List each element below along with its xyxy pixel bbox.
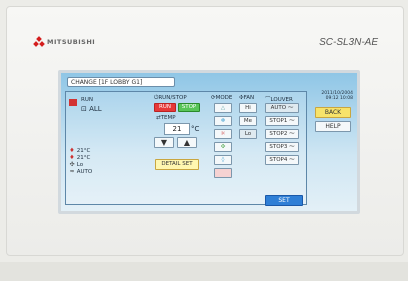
- group-run-label: RUN: [81, 97, 93, 103]
- snowflake-icon: ❄: [220, 118, 226, 124]
- triangle-up-icon: ▲: [183, 138, 191, 147]
- time-text: 09:12 10:08: [325, 96, 353, 101]
- status-list: ♦ 21°C ♦ 21°C ✣ Lo ≈ AUTO: [69, 147, 92, 175]
- detail-set-button[interactable]: DETAIL SET: [155, 159, 199, 170]
- group-all-text: ALL: [89, 105, 102, 113]
- room-temp-icon: ♦: [69, 154, 75, 161]
- fan-header: ✣FAN: [239, 95, 255, 101]
- brand-logo: MITSUBISHI: [33, 36, 96, 47]
- temp-up-button[interactable]: ▲: [177, 137, 197, 148]
- louver-stop3-button[interactable]: STOP3 ⁓: [265, 142, 299, 152]
- louver-stop1-button[interactable]: STOP1 ⁓: [265, 116, 299, 126]
- group-all-label: ⊡ ALL: [81, 105, 102, 113]
- mode-auto-button[interactable]: △: [214, 103, 232, 113]
- temp-down-button[interactable]: ▼: [154, 137, 174, 148]
- help-button[interactable]: HELP: [315, 121, 351, 132]
- model-label: SC-SL3N-AE: [319, 37, 378, 48]
- diamond-logo-icon: [33, 36, 45, 47]
- run-indicator: [69, 99, 77, 106]
- status-setpoint: ♦ 21°C: [69, 147, 91, 154]
- thermometer-icon: ♦: [69, 147, 75, 154]
- triangle-down-icon: ▼: [160, 138, 168, 147]
- sun-icon: ☼: [220, 131, 226, 137]
- date-time: 2011/10/2004 09:12 10:08: [313, 91, 353, 101]
- temp-value: 21: [164, 123, 190, 135]
- group-prefix: ⊡: [81, 105, 90, 113]
- status-fan: ✣ Lo: [69, 161, 84, 168]
- temp-header: ⇄TEMP: [156, 115, 176, 121]
- brand-name: MITSUBISHI: [47, 37, 96, 46]
- background-strip: [0, 262, 408, 281]
- droplet-icon: ◊: [221, 157, 225, 163]
- louver-stop2-button[interactable]: STOP2 ⁓: [265, 129, 299, 139]
- louver-auto-button[interactable]: AUTO ⁓: [265, 103, 299, 113]
- mode-cool-button[interactable]: ❄: [214, 116, 232, 126]
- back-button[interactable]: BACK: [315, 107, 351, 118]
- mode-heat-button[interactable]: ☼: [214, 129, 232, 139]
- auto-mode-icon: △: [220, 105, 226, 111]
- status-room: ♦ 21°C: [69, 154, 91, 161]
- run-button[interactable]: RUN: [154, 103, 176, 112]
- louver-header: ⌒LOUVER: [265, 97, 293, 103]
- status-louver: ≈ AUTO: [69, 168, 93, 175]
- fan-me-button[interactable]: Me: [239, 116, 257, 126]
- stop-button[interactable]: STOP: [178, 103, 200, 112]
- mode-dry-button[interactable]: ◊: [214, 155, 232, 165]
- fan-mode-icon: ✣: [220, 144, 226, 150]
- mode-fan-button[interactable]: ✣: [214, 142, 232, 152]
- temp-unit: °C: [191, 125, 200, 133]
- fan-hi-button[interactable]: Hi: [239, 103, 257, 113]
- louver-icon: ≈: [69, 168, 75, 175]
- fan-lo-button[interactable]: Lo: [239, 129, 257, 139]
- set-button[interactable]: SET: [265, 195, 303, 206]
- mode-extra-button[interactable]: [214, 168, 232, 178]
- fan-icon: ✣: [69, 161, 75, 168]
- touch-screen: CHANGE [1F LOBBY G1] RUN ⊡ ALL ♦ 21°C ♦ …: [58, 70, 360, 214]
- run-stop-header: ⏻RUN/STOP: [154, 95, 187, 101]
- screen-title: CHANGE [1F LOBBY G1]: [67, 77, 175, 87]
- mode-header: ⟳MODE: [211, 95, 233, 101]
- louver-stop4-button[interactable]: STOP4 ⁓: [265, 155, 299, 165]
